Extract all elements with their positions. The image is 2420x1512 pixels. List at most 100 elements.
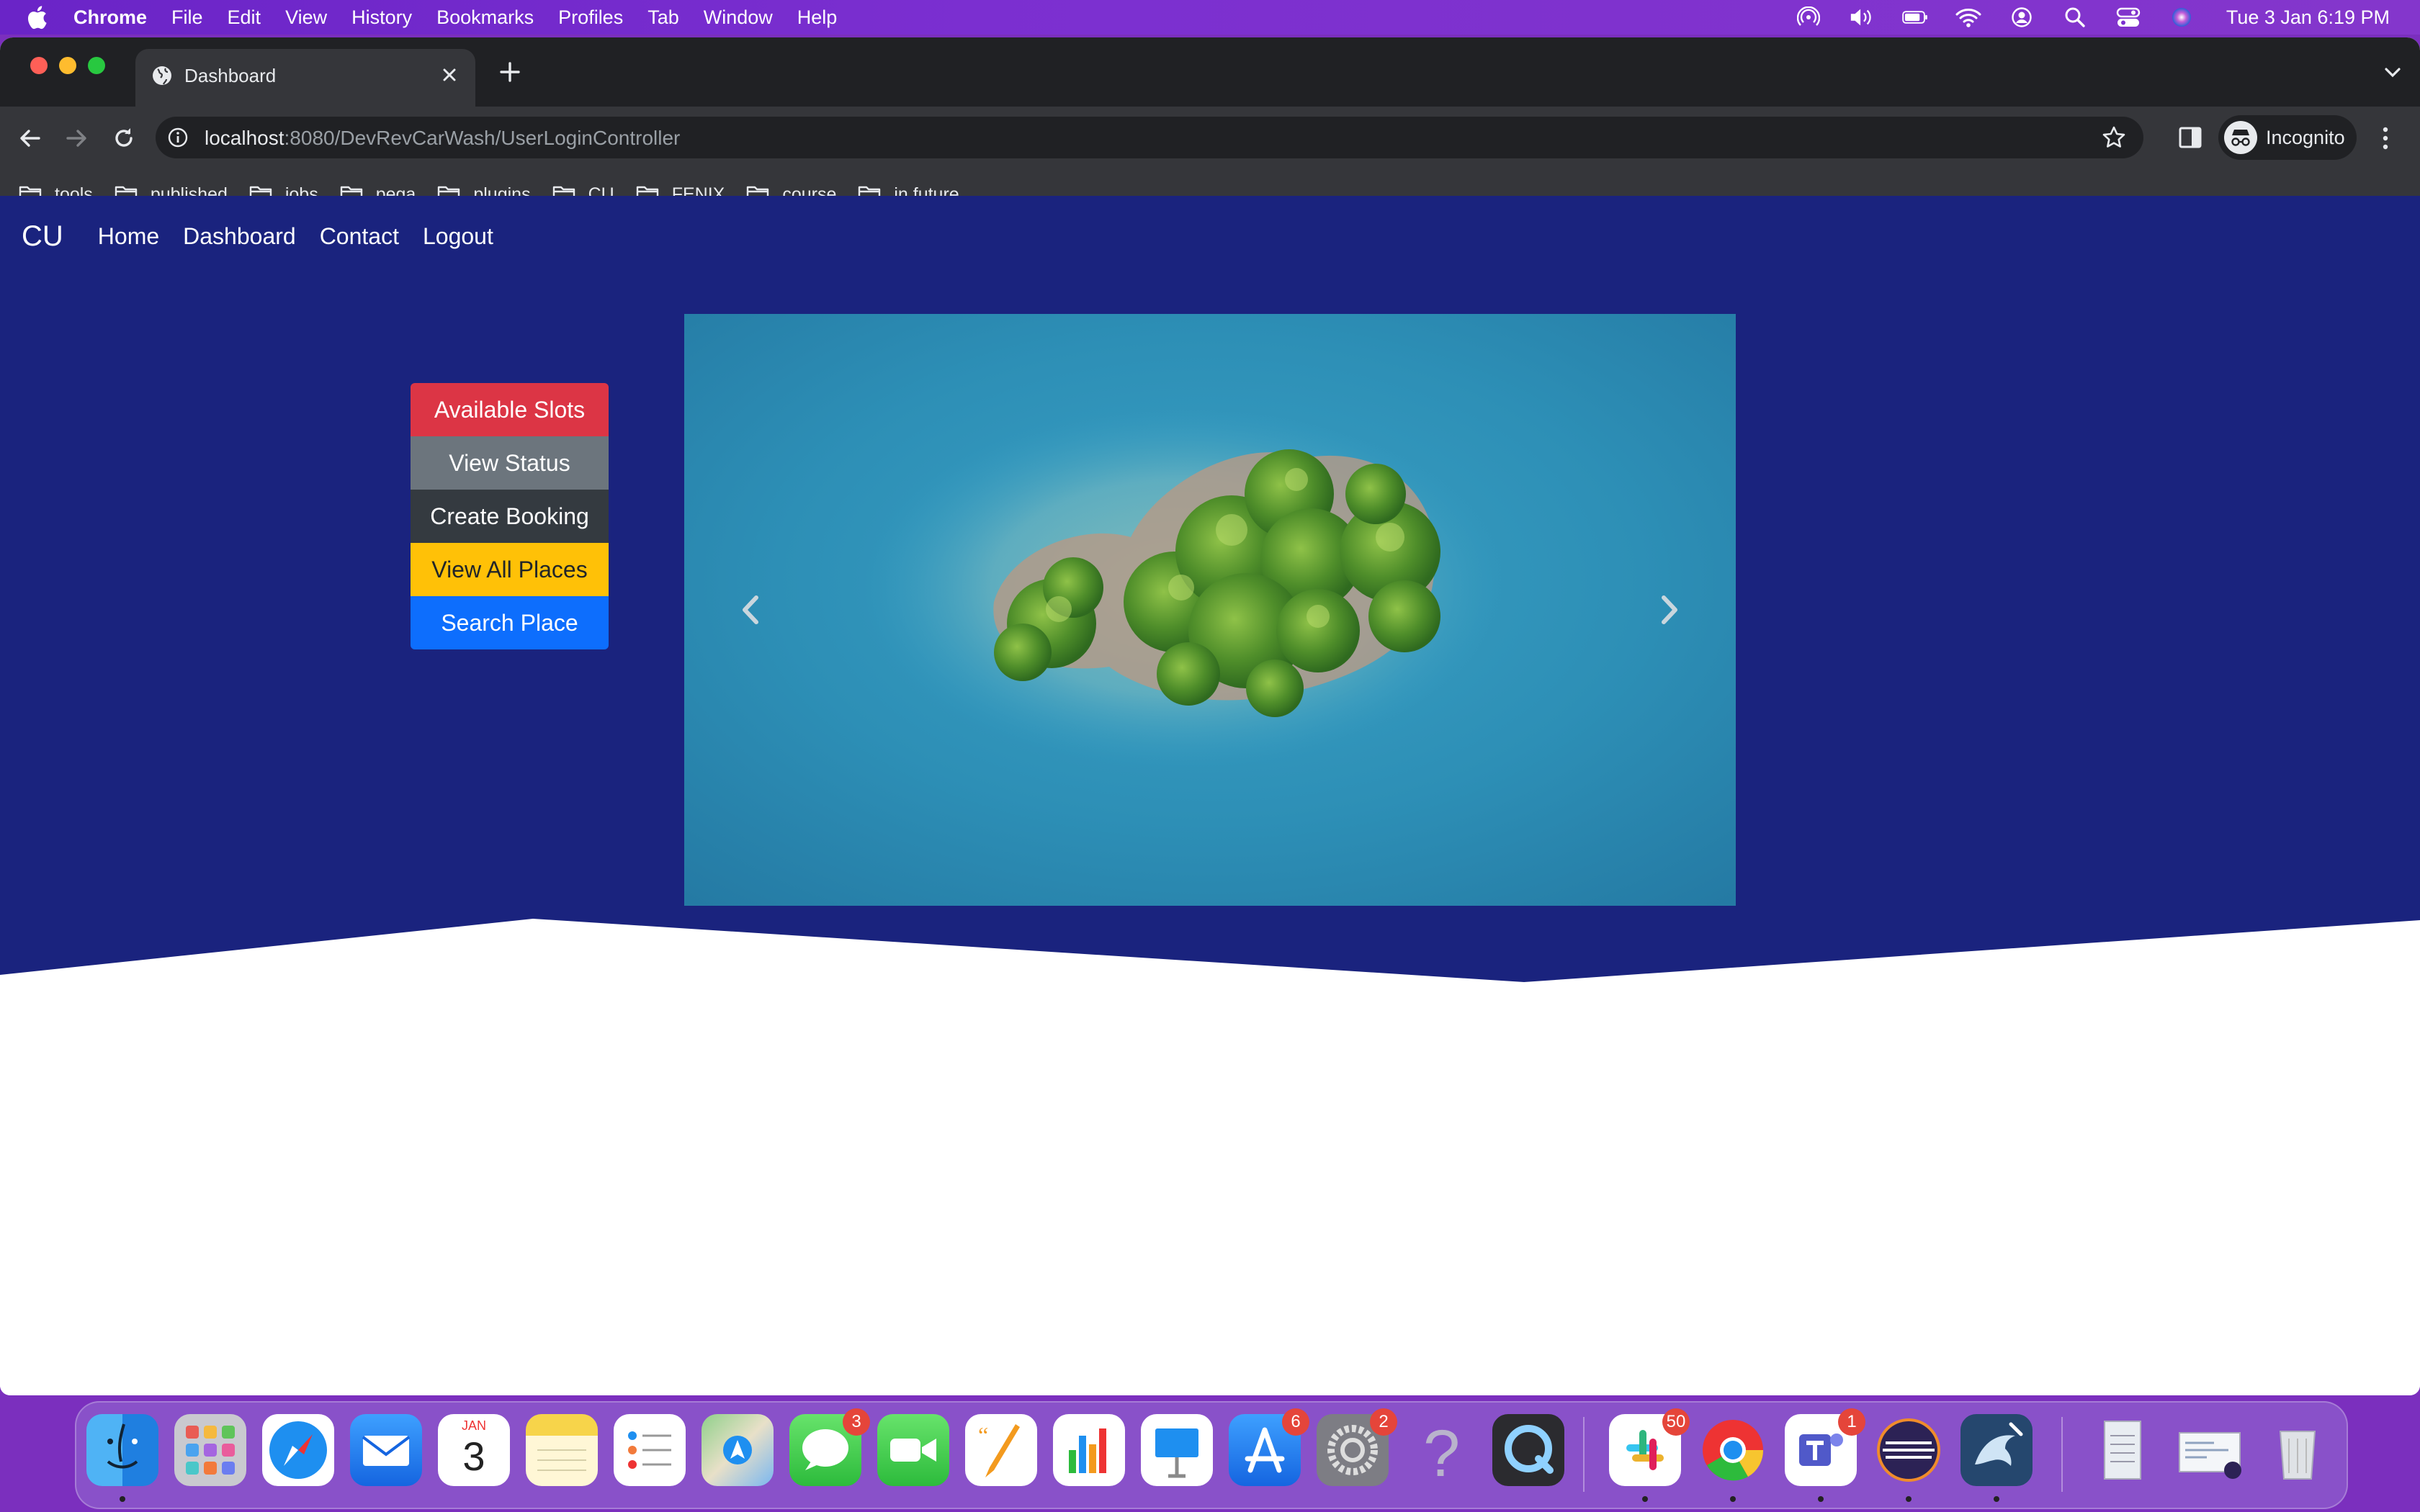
dock-app-launchpad[interactable]	[174, 1414, 246, 1486]
menu-help[interactable]: Help	[797, 6, 838, 29]
spotlight-search-icon[interactable]	[2062, 6, 2088, 28]
site-info-icon[interactable]	[167, 127, 189, 148]
dock-app-keynote[interactable]	[1141, 1414, 1213, 1486]
airdrop-status-icon[interactable]	[1796, 6, 1821, 28]
window-minimize-button[interactable]	[59, 57, 76, 74]
search-place-button[interactable]: Search Place	[411, 596, 609, 649]
facetime-icon	[890, 1439, 936, 1462]
dock-app-app-store[interactable]: 6	[1229, 1408, 1309, 1486]
dashboard-button-group: Available Slots View Status Create Booki…	[411, 383, 609, 649]
dock-trash[interactable]	[2262, 1414, 2334, 1486]
view-all-places-button[interactable]: View All Places	[411, 543, 609, 596]
safari-icon	[269, 1421, 327, 1479]
reload-icon[interactable]	[108, 122, 140, 154]
incognito-icon	[2224, 121, 2257, 154]
available-slots-button[interactable]: Available Slots	[411, 383, 609, 436]
dock-documents-stack[interactable]	[2086, 1414, 2158, 1486]
island-aerial-image	[684, 314, 1736, 906]
apple-menu-icon[interactable]	[26, 5, 48, 30]
menu-bar-clock[interactable]: Tue 3 Jan 6:19 PM	[2226, 6, 2390, 29]
bookmark-star-icon[interactable]	[2102, 125, 2126, 150]
macos-dock: JAN 3 3 “ 6 2 ? 50 1	[75, 1401, 2348, 1509]
dock-app-reminders[interactable]	[614, 1414, 686, 1486]
new-tab-plus-icon[interactable]	[497, 59, 523, 85]
calendar-day: 3	[462, 1434, 485, 1479]
nav-link-contact[interactable]: Contact	[320, 223, 399, 250]
dock-minimized-window[interactable]	[2174, 1414, 2246, 1486]
mail-icon	[362, 1436, 411, 1466]
dock-app-chrome[interactable]	[1697, 1414, 1769, 1502]
chrome-icon	[1703, 1420, 1764, 1481]
url-host: localhost	[205, 127, 284, 149]
globe-icon	[153, 66, 171, 85]
menu-window[interactable]: Window	[704, 6, 773, 29]
menu-edit[interactable]: Edit	[228, 6, 261, 29]
reminders-icon	[628, 1431, 671, 1469]
dock-app-numbers[interactable]	[1053, 1414, 1125, 1486]
macos-menu-bar: Chrome File Edit View History Bookmarks …	[0, 0, 2420, 35]
tab-title: Dashboard	[184, 65, 277, 86]
url-text[interactable]: localhost:8080/DevRevCarWash/UserLoginCo…	[205, 127, 680, 150]
dock-app-notes[interactable]	[526, 1414, 598, 1486]
dock-app-mail[interactable]	[350, 1414, 422, 1486]
battery-icon[interactable]	[1902, 6, 1928, 28]
dock-app-calendar[interactable]: JAN 3	[438, 1414, 510, 1486]
url-path: :8080/DevRevCarWash/UserLoginController	[284, 127, 681, 149]
menu-bookmarks[interactable]: Bookmarks	[436, 6, 534, 29]
menu-history[interactable]: History	[351, 6, 412, 29]
dock-app-slack[interactable]: 50	[1609, 1408, 1690, 1502]
dock-app-safari[interactable]	[262, 1414, 334, 1486]
address-bar[interactable]: localhost:8080/DevRevCarWash/UserLoginCo…	[156, 117, 2143, 158]
quicktime-icon	[1505, 1425, 1554, 1474]
carousel-prev-chevron-icon[interactable]	[732, 585, 768, 635]
dock-app-eclipse[interactable]	[1873, 1414, 1945, 1502]
dock-app-mysql-workbench[interactable]	[1960, 1414, 2033, 1502]
carousel-next-chevron-icon[interactable]	[1652, 585, 1688, 635]
nav-link-home[interactable]: Home	[98, 223, 159, 250]
wifi-icon[interactable]	[1955, 6, 1981, 28]
svg-text:“: “	[978, 1422, 988, 1448]
incognito-profile-button[interactable]: Incognito	[2218, 115, 2357, 160]
create-booking-button[interactable]: Create Booking	[411, 490, 609, 543]
menu-profiles[interactable]: Profiles	[558, 6, 623, 29]
volume-icon[interactable]	[1849, 6, 1875, 28]
site-brand[interactable]: CU	[22, 220, 63, 253]
dock-app-facetime[interactable]	[877, 1414, 949, 1486]
running-indicator	[1818, 1496, 1824, 1502]
running-indicator	[120, 1496, 125, 1502]
notification-badge: 1	[1838, 1408, 1865, 1436]
dock-app-system-settings[interactable]: 2	[1317, 1408, 1397, 1486]
browser-window: Dashboard localhost:8080/DevRevCarWash/U…	[0, 37, 2420, 1395]
window-close-button[interactable]	[30, 57, 48, 74]
menu-file[interactable]: File	[171, 6, 203, 29]
dock-app-maps[interactable]	[702, 1414, 774, 1486]
chrome-menu-kebab-icon[interactable]	[2378, 124, 2393, 153]
tab-dashboard[interactable]: Dashboard	[135, 49, 475, 107]
nav-link-dashboard[interactable]: Dashboard	[183, 223, 296, 250]
user-account-icon[interactable]	[2009, 6, 2035, 28]
menu-tab[interactable]: Tab	[647, 6, 679, 29]
view-status-button[interactable]: View Status	[411, 436, 609, 490]
preview-window-icon	[2179, 1432, 2241, 1479]
nav-link-logout[interactable]: Logout	[423, 223, 493, 250]
forward-arrow-icon[interactable]	[60, 122, 92, 154]
dock-app-pages[interactable]: “	[965, 1414, 1037, 1486]
dock-app-teams[interactable]: 1	[1785, 1408, 1865, 1502]
dock-app-quicktime[interactable]	[1492, 1414, 1564, 1486]
dock-app-messages[interactable]: 3	[789, 1408, 870, 1486]
dock-app-finder[interactable]	[86, 1414, 158, 1502]
finder-icon	[107, 1423, 138, 1469]
notification-badge: 50	[1662, 1408, 1690, 1436]
menu-view[interactable]: View	[285, 6, 327, 29]
tab-close-icon[interactable]	[436, 62, 462, 88]
tab-search-chevron-icon[interactable]	[2380, 59, 2406, 85]
window-zoom-button[interactable]	[88, 57, 105, 74]
siri-icon[interactable]	[2169, 6, 2195, 28]
control-center-icon[interactable]	[2115, 6, 2141, 28]
menu-app-name[interactable]: Chrome	[73, 6, 147, 29]
back-arrow-icon[interactable]	[14, 122, 46, 154]
dock-app-help[interactable]: ?	[1404, 1414, 1476, 1490]
running-indicator	[1994, 1496, 1999, 1502]
side-panel-icon[interactable]	[2177, 124, 2204, 151]
calendar-month: JAN	[461, 1418, 486, 1433]
